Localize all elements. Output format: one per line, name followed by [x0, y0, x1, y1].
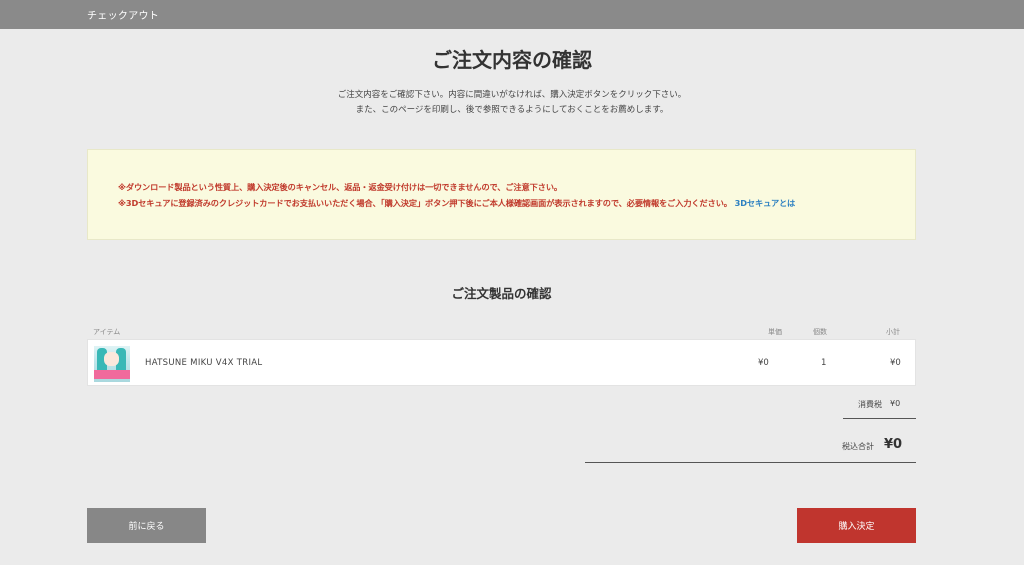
column-header-quantity: 個数 — [813, 328, 827, 336]
top-bar: チェックアウト — [0, 0, 1024, 29]
back-button[interactable]: 前に戻る — [87, 508, 206, 543]
notice-box: ※ダウンロード製品という性質上、購入決定後のキャンセル、返品・返金受け付けは一切… — [87, 149, 916, 240]
intro-line-2: また、このページを印刷し、後で参照できるようにしておくことをお薦めします。 — [355, 105, 669, 115]
quantity: 1 — [821, 358, 827, 368]
notice-line-2: ※3Dセキュアに登録済みのクレジットカードでお支払いいただく場合、「購入決定」ボ… — [118, 197, 795, 209]
tax-divider — [843, 418, 916, 419]
tax-label: 消費税 — [858, 400, 882, 409]
subtotal: ¥0 — [890, 358, 901, 368]
total-divider — [585, 462, 916, 463]
column-header-unit-price: 単価 — [768, 328, 782, 336]
3d-secure-link[interactable]: 3Dセキュアとは — [735, 198, 796, 208]
product-name: HATSUNE MIKU V4X TRIAL — [145, 358, 263, 368]
column-header-subtotal: 小計 — [886, 328, 900, 336]
column-header-item: アイテム — [93, 328, 121, 336]
page-title: ご注文内容の確認 — [432, 48, 592, 72]
notice-line-2-text: ※3Dセキュアに登録済みのクレジットカードでお支払いいただく場合、「購入決定」ボ… — [118, 198, 732, 208]
section-title: ご注文製品の確認 — [451, 286, 552, 301]
total-value: ¥0 — [884, 437, 903, 452]
unit-price: ¥0 — [758, 358, 769, 368]
intro-line-1: ご注文内容をご確認下さい。内容に間違いがなければ、購入決定ボタンをクリック下さい… — [337, 90, 687, 100]
intro-text: ご注文内容をご確認下さい。内容に間違いがなければ、購入決定ボタンをクリック下さい… — [0, 88, 1024, 118]
order-item-row: HATSUNE MIKU V4X TRIAL ¥0 1 ¥0 — [87, 339, 916, 386]
total-label: 税込合計 — [842, 442, 874, 451]
tax-value: ¥0 — [890, 399, 901, 408]
header-title: チェックアウト — [87, 11, 160, 22]
product-thumbnail — [94, 346, 130, 382]
purchase-button[interactable]: 購入決定 — [797, 508, 916, 543]
notice-line-1: ※ダウンロード製品という性質上、購入決定後のキャンセル、返品・返金受け付けは一切… — [118, 182, 563, 192]
